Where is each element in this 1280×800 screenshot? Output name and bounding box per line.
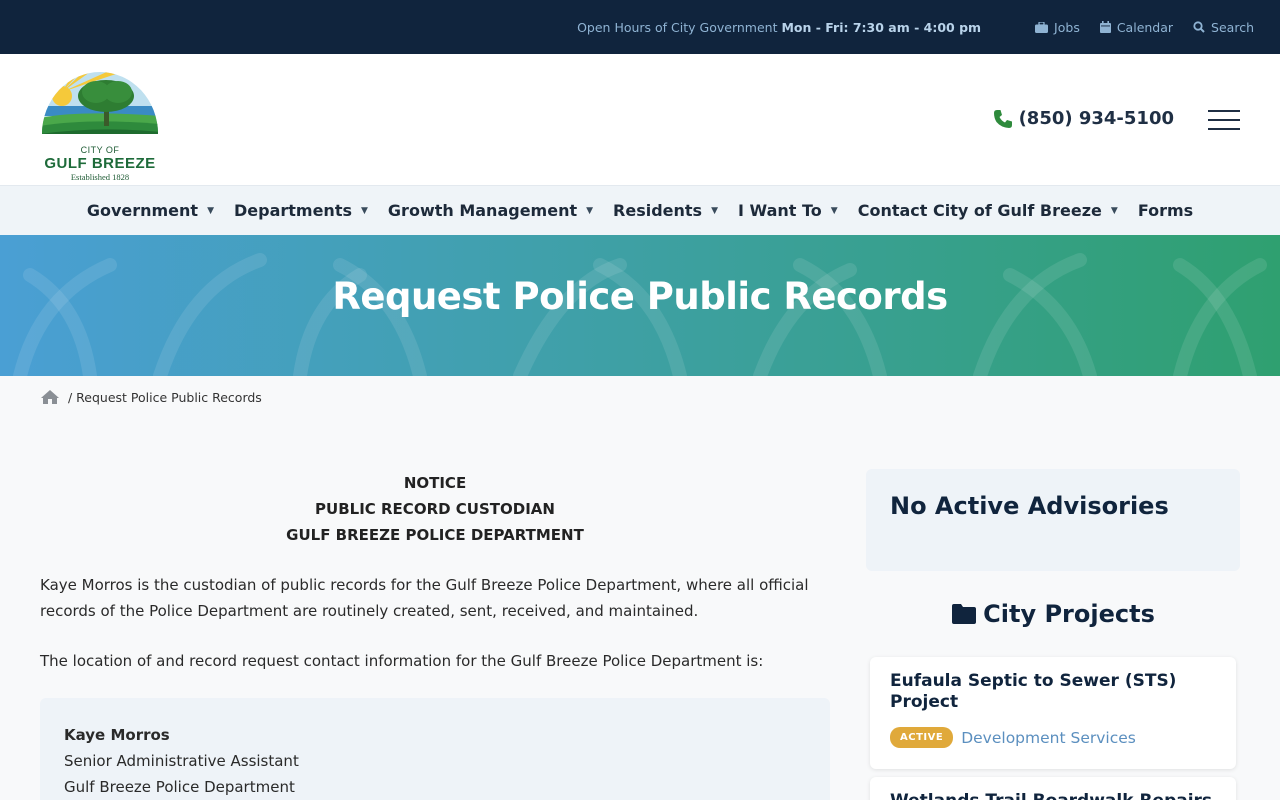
caret-down-icon: ▼ [586,205,594,216]
contact-title: Senior Administrative Assistant [64,752,299,770]
location-paragraph: The location of and record request conta… [40,652,764,670]
nav-label: Residents [613,201,703,220]
jobs-link[interactable]: Jobs [1035,20,1080,35]
contact-name: Kaye Morros [64,726,170,744]
notice-line: GULF BREEZE POLICE DEPARTMENT [286,526,584,544]
calendar-label: Calendar [1116,19,1174,35]
contact-department: Gulf Breeze Police Department [64,778,295,796]
site-header: CITY OF GULF BREEZE Established 1828 (85… [0,54,1280,185]
nav-label: Contact City of Gulf Breeze [857,201,1102,220]
search-label: Search [1211,19,1254,35]
logo-city-name: GULF BREEZE [44,155,156,172]
search-icon [1193,21,1205,33]
folder-icon [952,604,977,624]
contact-box: Kaye Morros Senior Administrative Assist… [40,698,830,800]
notice-line: NOTICE [403,474,467,492]
caret-down-icon: ▼ [830,205,838,216]
caret-down-icon: ▼ [711,205,718,216]
calendar-link[interactable]: Calendar [1099,19,1174,35]
status-badge: ACTIVE [890,727,954,748]
logo-established: Established 1828 [70,172,130,182]
nav-item-government[interactable]: Government ▼ [87,201,214,220]
home-icon[interactable] [40,389,60,405]
hamburger-menu-icon[interactable] [1208,110,1240,130]
office-hours: Open Hours of City Government Mon - Fri:… [577,20,981,35]
notice-line: PUBLIC RECORD CUSTODIAN [315,500,555,518]
page-title: Request Police Public Records [332,275,948,318]
advisory-box: No Active Advisories [866,469,1240,571]
project-card[interactable]: Eufaula Septic to Sewer (STS) Project AC… [870,657,1236,769]
advisory-title: No Active Advisories [890,492,1169,520]
office-hours-label: Open Hours of City Government [577,19,778,35]
project-department-link[interactable]: Development Services [961,729,1136,747]
briefcase-icon [1035,21,1049,33]
logo-city-of: CITY OF [80,145,120,155]
project-title[interactable]: Eufaula Septic to Sewer (STS) Project [870,657,1236,713]
phone-number: (850) 934-5100 [1018,108,1174,129]
nav-label: I Want To [738,201,822,220]
nav-item-residents[interactable]: Residents ▼ [613,201,718,220]
jobs-label: Jobs [1054,19,1080,35]
calendar-icon [1099,21,1111,33]
custodian-paragraph: Kaye Morros is the custodian of public r… [40,576,809,620]
nav-label: Growth Management [387,201,578,220]
project-title[interactable]: Wetlands Trail Boardwalk Repairs [870,777,1236,800]
main-nav: Government ▼ Departments ▼ Growth Manageme… [0,185,1280,235]
caret-down-icon: ▼ [361,205,368,216]
nav-item-growth-management[interactable]: Growth Management ▼ [388,201,593,220]
top-bar: Open Hours of City Government Mon - Fri:… [0,0,1280,54]
search-link[interactable]: Search [1193,20,1254,35]
breadcrumb: / Request Police Public Records [40,389,262,405]
city-logo-emblem-icon [42,72,158,134]
nav-label: Government [86,201,199,220]
phone-link[interactable]: (850) 934-5100 [993,108,1174,129]
nav-label: Forms [1137,201,1194,220]
office-hours-value: Mon - Fri: 7:30 am - 4:00 pm [781,19,982,35]
main-content: NOTICE PUBLIC RECORD CUSTODIAN GULF BREE… [40,470,830,800]
notice-heading: NOTICE PUBLIC RECORD CUSTODIAN GULF BREE… [40,470,830,548]
phone-icon [993,109,1012,128]
city-projects-heading: City Projects [866,600,1240,628]
nav-item-departments[interactable]: Departments ▼ [234,201,368,220]
project-card[interactable]: Wetlands Trail Boardwalk Repairs [870,777,1236,800]
caret-down-icon: ▼ [207,205,214,216]
page-hero-banner: Request Police Public Records [0,235,1280,376]
city-projects-title: City Projects [983,600,1155,628]
nav-item-i-want-to[interactable]: I Want To ▼ [738,201,838,220]
nav-label: Departments [233,201,352,220]
nav-item-forms[interactable]: Forms [1138,201,1193,220]
city-logo[interactable]: CITY OF GULF BREEZE Established 1828 [40,62,160,182]
breadcrumb-current: / Request Police Public Records [68,389,262,405]
caret-down-icon: ▼ [1110,205,1118,216]
nav-item-contact[interactable]: Contact City of Gulf Breeze ▼ [858,201,1118,220]
project-meta: ACTIVE Development Services [870,713,1236,748]
